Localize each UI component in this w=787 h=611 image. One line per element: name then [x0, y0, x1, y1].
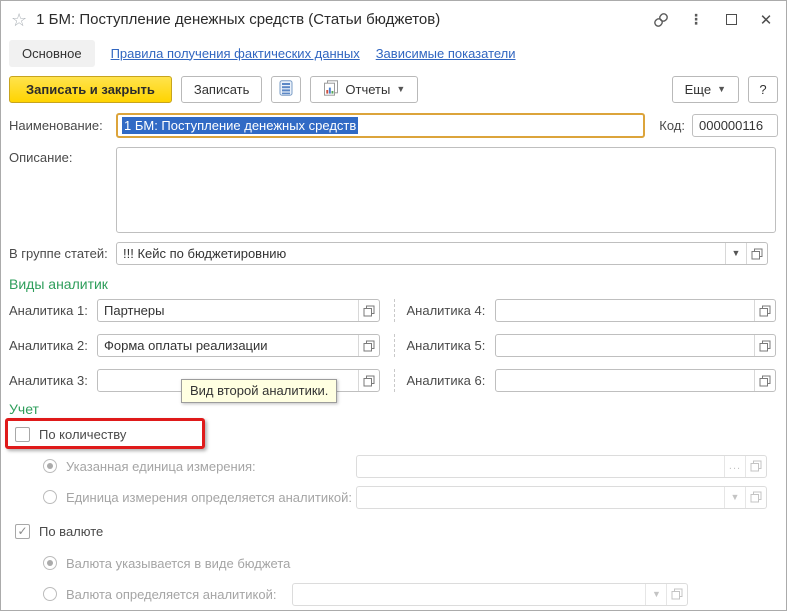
open-button[interactable] — [358, 335, 379, 356]
currency-by-analytics-radio[interactable] — [43, 587, 57, 601]
tab-fact-rules[interactable]: Правила получения фактических данных — [111, 46, 360, 61]
specified-unit-input[interactable]: ... — [356, 455, 767, 478]
code-input[interactable]: 000000116 — [692, 114, 778, 137]
tooltip: Вид второй аналитики. — [181, 379, 337, 403]
analytics1-input[interactable]: Партнеры — [97, 299, 380, 322]
analytics5-label: Аналитика 5: — [407, 338, 495, 353]
specified-unit-radio[interactable] — [43, 459, 57, 473]
save-button[interactable]: Записать — [181, 76, 263, 103]
analytics5-input[interactable] — [495, 334, 777, 357]
tab-bar: Основное Правила получения фактических д… — [1, 35, 786, 73]
unit-by-analytics-label: Единица измерения определяется аналитико… — [66, 490, 347, 505]
list-icon — [279, 80, 293, 99]
open-icon — [363, 305, 375, 317]
app-window: ☆ 1 БМ: Поступление денежных средств (Ст… — [0, 0, 787, 611]
choose-button[interactable]: ... — [724, 456, 745, 477]
by-currency-checkbox[interactable]: ✓ — [15, 524, 30, 539]
unit-by-analytics-input[interactable]: ▼ — [356, 486, 767, 509]
name-input[interactable]: 1 БМ: Поступление денежных средств — [116, 113, 645, 138]
currency-in-budget-row: Валюта указывается в виде бюджета — [9, 551, 778, 575]
unit-option-row: Указанная единица измерения: ... — [9, 454, 778, 478]
open-icon — [751, 248, 763, 260]
name-label: Наименование: — [9, 118, 116, 133]
open-button[interactable] — [754, 300, 775, 321]
reports-button[interactable]: Отчеты ▼ — [310, 76, 418, 103]
accounting-section-header: Учет — [9, 401, 778, 417]
analytics6-label: Аналитика 6: — [407, 373, 495, 388]
open-icon — [759, 305, 771, 317]
link-icon[interactable] — [653, 12, 669, 28]
favorite-star-icon[interactable]: ☆ — [11, 11, 27, 29]
open-icon — [759, 340, 771, 352]
menu-kebab-icon[interactable]: ⋮ — [688, 12, 704, 28]
analytics4-label: Аналитика 4: — [407, 303, 495, 318]
chevron-down-icon: ▼ — [732, 249, 741, 258]
chevron-down-icon: ▼ — [731, 493, 740, 502]
by-currency-row: ✓ По валюте — [9, 518, 778, 544]
tab-main[interactable]: Основное — [9, 40, 95, 67]
analytics2-label: Аналитика 2: — [9, 338, 97, 353]
dropdown-button[interactable]: ▼ — [645, 584, 666, 605]
by-quantity-row: По количеству — [9, 421, 778, 447]
specified-unit-label: Указанная единица измерения: — [66, 459, 347, 474]
open-button[interactable] — [358, 300, 379, 321]
tab-dependent-indicators[interactable]: Зависимые показатели — [376, 46, 516, 61]
open-button[interactable] — [745, 487, 766, 508]
by-currency-label: По валюте — [39, 524, 103, 539]
analytics-section-header: Виды аналитик — [9, 276, 778, 292]
help-button[interactable]: ? — [748, 76, 778, 103]
selected-text: 1 БМ: Поступление денежных средств — [122, 117, 358, 134]
open-icon — [671, 588, 683, 600]
title-bar: ☆ 1 БМ: Поступление денежных средств (Ст… — [1, 1, 786, 35]
currency-in-budget-radio[interactable] — [43, 556, 57, 570]
open-button[interactable] — [358, 370, 379, 391]
description-label: Описание: — [9, 147, 116, 165]
dropdown-button[interactable]: ▼ — [724, 487, 745, 508]
open-button[interactable] — [666, 584, 687, 605]
unit-by-analytics-row: Единица измерения определяется аналитико… — [9, 485, 778, 509]
chevron-down-icon: ▼ — [717, 85, 726, 94]
currency-by-analytics-label: Валюта определяется аналитикой: — [66, 587, 276, 602]
more-button[interactable]: Еще ▼ — [672, 76, 739, 103]
open-button[interactable] — [754, 370, 775, 391]
unit-by-analytics-radio[interactable] — [43, 490, 57, 504]
dropdown-button[interactable]: ▼ — [725, 243, 746, 264]
currency-in-budget-label: Валюта указывается в виде бюджета — [66, 556, 290, 571]
code-label: Код: — [659, 118, 685, 133]
open-icon — [759, 375, 771, 387]
currency-by-analytics-row: Валюта определяется аналитикой: ▼ — [9, 582, 778, 606]
group-label: В группе статей: — [9, 246, 116, 261]
report-icon — [323, 80, 339, 99]
by-quantity-checkbox[interactable] — [15, 427, 30, 442]
open-icon — [750, 460, 762, 472]
window-title: 1 БМ: Поступление денежных средств (Стат… — [36, 11, 440, 28]
save-and-close-button[interactable]: Записать и закрыть — [9, 76, 172, 103]
analytics4-input[interactable] — [495, 299, 777, 322]
open-button[interactable] — [745, 456, 766, 477]
list-view-button[interactable] — [271, 76, 301, 103]
open-icon — [363, 375, 375, 387]
chevron-down-icon: ▼ — [652, 590, 661, 599]
analytics6-input[interactable] — [495, 369, 777, 392]
group-combobox[interactable]: !!! Кейс по бюджетировнию ▼ — [116, 242, 768, 265]
toolbar: Записать и закрыть Записать Отчеты — [1, 73, 786, 109]
analytics-grid: Аналитика 1: Партнеры Аналитика 2: Форма… — [9, 299, 778, 392]
currency-by-analytics-input[interactable]: ▼ — [292, 583, 688, 606]
analytics3-label: Аналитика 3: — [9, 373, 97, 388]
open-button[interactable] — [754, 335, 775, 356]
close-icon[interactable]: ✕ — [758, 12, 774, 28]
maximize-icon[interactable] — [723, 12, 739, 28]
description-input[interactable] — [116, 147, 776, 233]
ellipsis-icon: ... — [729, 464, 741, 468]
analytics1-label: Аналитика 1: — [9, 303, 97, 318]
open-button[interactable] — [746, 243, 767, 264]
open-icon — [363, 340, 375, 352]
analytics2-input[interactable]: Форма оплаты реализации — [97, 334, 380, 357]
by-quantity-label: По количеству — [39, 427, 126, 442]
open-icon — [750, 491, 762, 503]
chevron-down-icon: ▼ — [396, 85, 405, 94]
form-area: Наименование: 1 БМ: Поступление денежных… — [1, 109, 786, 606]
